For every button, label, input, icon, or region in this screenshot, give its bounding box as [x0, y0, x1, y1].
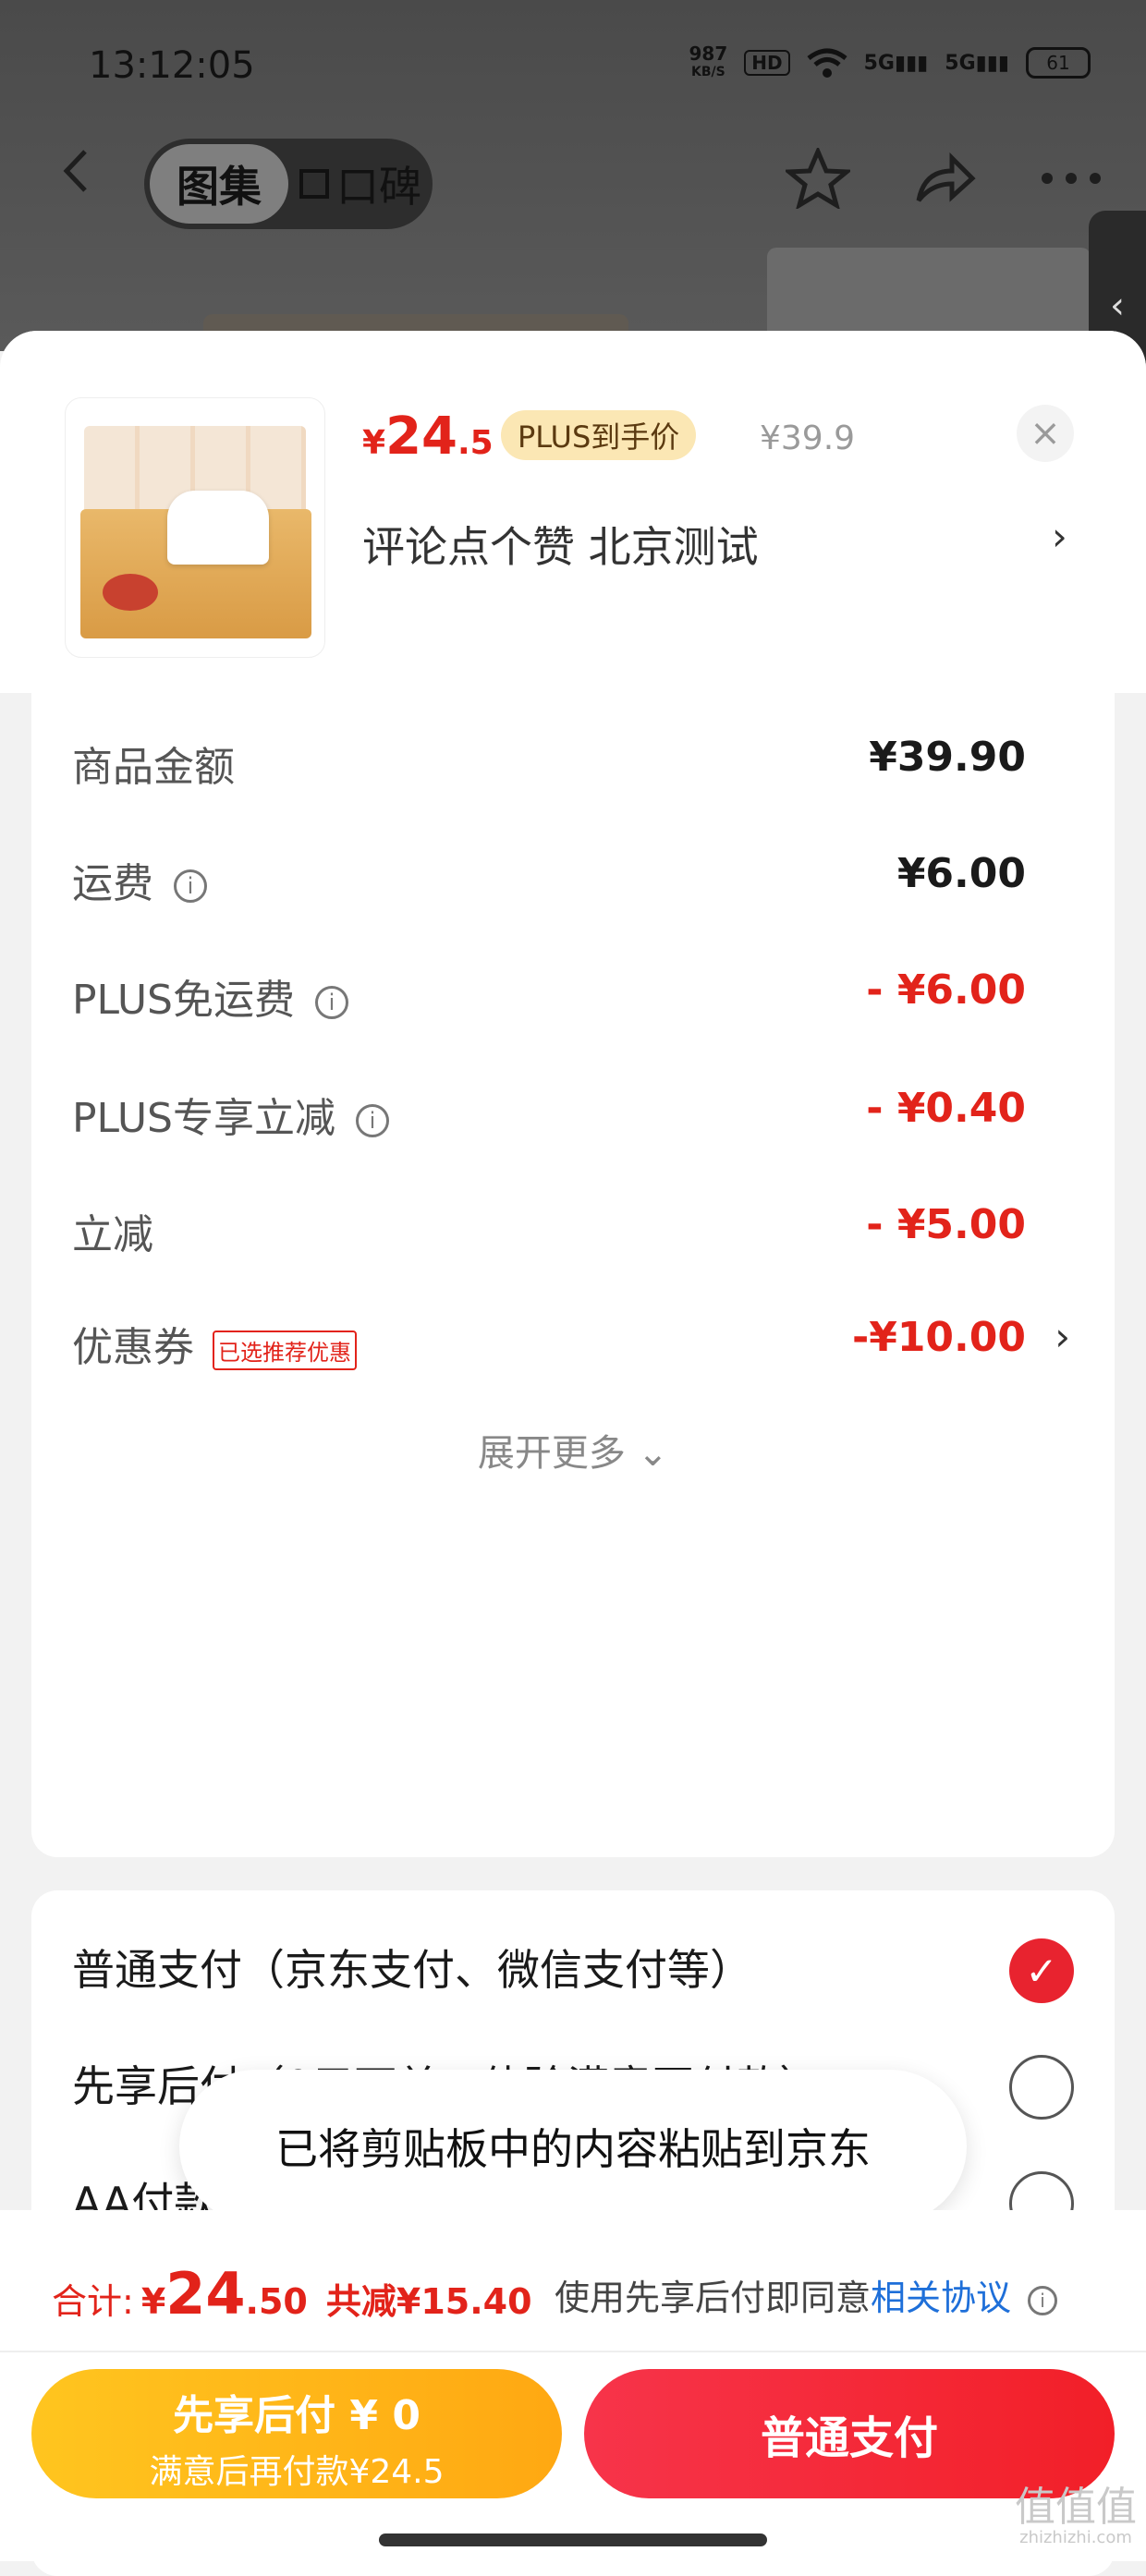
normal-pay-button[interactable]: 普通支付 — [584, 2369, 1115, 2498]
chevron-left-icon: ‹ — [1110, 285, 1125, 327]
radio-pay-later[interactable] — [1009, 2055, 1074, 2120]
total-saved: 共减¥15.40 — [325, 2281, 532, 2322]
star-icon[interactable] — [786, 148, 850, 209]
gallery-review-switch: 图集 口碑 — [144, 139, 433, 229]
clipboard-toast: 已将剪贴板中的内容粘贴到京东 — [179, 2070, 967, 2223]
amount-breakdown: 商品金额 ¥39.90 运费 i ¥6.00 PLUS免运费 i - ¥6.00 P… — [31, 693, 1115, 1857]
selected-sku[interactable]: 评论点个赞 北京测试 — [362, 514, 759, 575]
agreement-text: 使用先享后付即同意相关协议 i — [555, 2269, 1058, 2320]
plus-discount-label: PLUS专享立减 i — [72, 1085, 389, 1144]
info-icon[interactable]: i — [1028, 2285, 1058, 2315]
pay-later-button[interactable]: 先享后付 ¥ 0 满意后再付款¥24.5 — [31, 2369, 562, 2498]
payment-option-normal[interactable]: 普通支付（京东支付、微信支付等） — [72, 1937, 752, 1998]
brand-logo — [103, 574, 158, 611]
radio-normal-checked[interactable]: ✓ — [1009, 1938, 1074, 2003]
coupon-label[interactable]: 优惠券 已选推荐优惠 — [72, 1314, 357, 1373]
chevron-right-icon[interactable]: › — [1055, 1314, 1070, 1359]
plus-free-shipping-label: PLUS免运费 i — [72, 966, 348, 1026]
info-icon[interactable]: i — [356, 1104, 389, 1137]
watermark: 值值值 zhizhizhi.com — [1015, 2484, 1137, 2548]
background-page: 13:12:05 987 KB/S HD 5G▮▮▮ 5G▮▮▮ 61 图集 口… — [0, 0, 1146, 360]
amount-label: 商品金额 — [72, 744, 235, 791]
product-thumbnail — [65, 397, 325, 658]
tissue-image — [167, 491, 269, 565]
expand-more-amounts[interactable]: 展开更多 ⌄ — [31, 1423, 1115, 1476]
shipping-value: ¥6.00 — [896, 850, 1026, 897]
checkout-bar: 合计: ¥ 24 .50 共减¥15.40 使用先享后付即同意相关协议 i 先享后… — [0, 2210, 1146, 2561]
plus-price-tag: PLUS到手价 — [501, 410, 697, 460]
signal-5g-icon: 5G▮▮▮ — [863, 51, 929, 75]
reviews-icon — [299, 169, 329, 199]
back-icon[interactable] — [57, 148, 94, 194]
info-icon[interactable]: i — [174, 869, 207, 903]
amount-value: ¥39.90 — [869, 734, 1026, 781]
close-button[interactable]: × — [1017, 405, 1074, 462]
product-price: ¥ 24 .5 — [362, 407, 494, 467]
original-price: ¥39.9 — [760, 419, 856, 457]
home-indicator[interactable] — [379, 2533, 767, 2546]
instant-discount-label: 立减 — [72, 1211, 153, 1258]
share-icon[interactable] — [915, 152, 976, 204]
coupon-value[interactable]: -¥10.00 — [852, 1314, 1026, 1361]
net-speed-indicator: 987 KB/S — [689, 43, 728, 79]
divider — [0, 2351, 1146, 2352]
nav-actions — [786, 148, 1102, 209]
more-icon[interactable] — [1041, 172, 1102, 185]
order-total: 合计: ¥ 24 .50 共减¥15.40 — [52, 2260, 532, 2327]
product-header: ¥ 24 .5 PLUS到手价 ¥39.9 × 评论点个赞 北京测试 › — [0, 331, 1146, 693]
wifi-icon — [807, 48, 847, 78]
status-time: 13:12:05 — [89, 44, 255, 87]
info-icon[interactable]: i — [315, 986, 348, 1019]
signal-5g-icon-2: 5G▮▮▮ — [945, 51, 1009, 75]
chevron-down-icon: ⌄ — [637, 1432, 669, 1475]
battery-icon: 61 — [1026, 47, 1091, 79]
tab-reviews[interactable]: 口碑 — [288, 153, 433, 214]
tab-gallery[interactable]: 图集 — [150, 144, 288, 224]
shipping-label: 运费 i — [72, 850, 207, 909]
hd-icon: HD — [744, 50, 790, 76]
status-icons: 987 KB/S HD 5G▮▮▮ 5G▮▮▮ 61 — [689, 44, 1091, 81]
plus-discount-value: - ¥0.40 — [866, 1085, 1026, 1132]
plus-free-shipping-value: - ¥6.00 — [866, 966, 1026, 1014]
coupon-recommended-badge: 已选推荐优惠 — [213, 1330, 357, 1370]
instant-discount-value: - ¥5.00 — [866, 1201, 1026, 1248]
chevron-right-icon[interactable]: › — [1052, 514, 1067, 559]
agreement-link[interactable]: 相关协议 — [871, 2278, 1011, 2318]
